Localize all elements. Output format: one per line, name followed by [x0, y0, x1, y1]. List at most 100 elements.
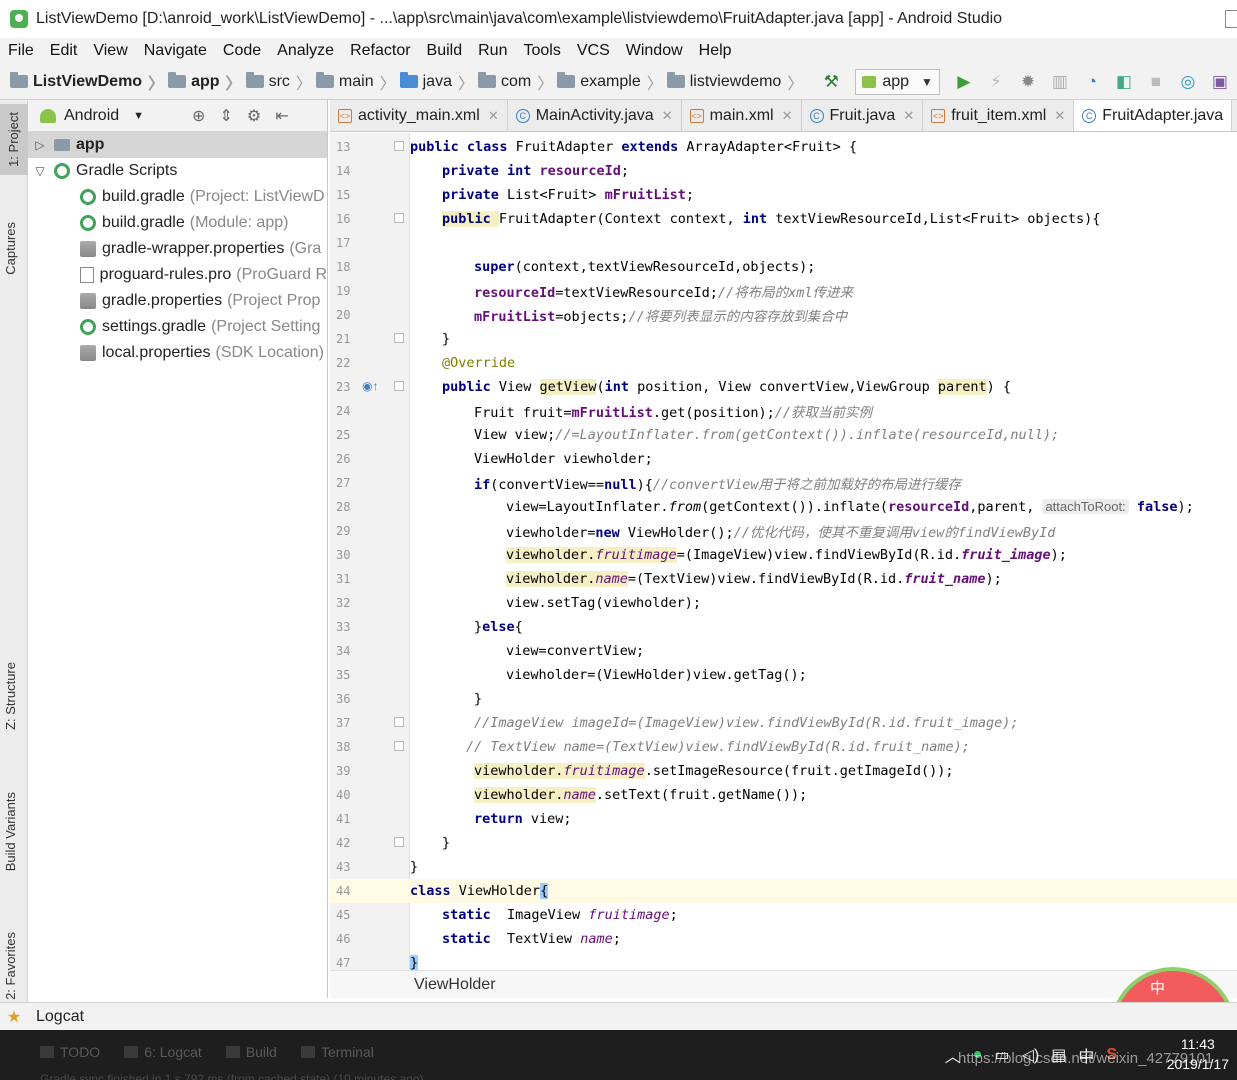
override-marker-icon[interactable]: ◉↑ — [362, 379, 378, 393]
star-icon[interactable]: ★ — [0, 1007, 28, 1027]
code-line[interactable]: 13 public class FruitAdapter extends Arra… — [330, 135, 1237, 159]
crumb-listviewdemo[interactable]: listviewdemo 〉 — [666, 70, 803, 94]
tree-item-gradle-scripts[interactable]: ▽ Gradle Scripts — [28, 158, 327, 184]
tree-item-settings-gradle[interactable]: settings.gradle (Project Setting — [28, 314, 327, 340]
crumb-src[interactable]: src 〉 — [245, 70, 312, 94]
menu-navigate[interactable]: Navigate — [144, 42, 207, 60]
attach-debugger-icon[interactable]: ▥ — [1049, 71, 1071, 93]
window-control[interactable] — [1225, 10, 1237, 28]
code-editor[interactable]: 13 public class FruitAdapter extends Arra… — [330, 133, 1237, 970]
code-line[interactable]: 34 view=convertView; — [330, 639, 1237, 663]
menu-build[interactable]: Build — [427, 42, 463, 60]
close-icon[interactable]: ✕ — [662, 108, 673, 124]
fold-icon[interactable] — [394, 213, 404, 223]
tree-item-build-gradle-project[interactable]: build.gradle (Project: ListViewD — [28, 184, 327, 210]
code-line[interactable]: 20 mFruitList=objects;//将要列表显示的内容存放到集合中 — [330, 303, 1237, 327]
fold-icon[interactable] — [394, 333, 404, 343]
menu-run[interactable]: Run — [478, 42, 507, 60]
crumb-main[interactable]: main 〉 — [315, 70, 396, 94]
run-config-select[interactable]: app ▼ — [855, 68, 940, 95]
gear-icon[interactable]: ⚙ — [247, 106, 261, 126]
code-line[interactable]: 22 @Override — [330, 351, 1237, 375]
crumb-com[interactable]: com 〉 — [477, 70, 553, 94]
menu-vcs[interactable]: VCS — [577, 42, 610, 60]
code-line[interactable]: 37 //ImageView imageId=(ImageView)view.fi… — [330, 711, 1237, 735]
menu-file[interactable]: File — [8, 42, 34, 60]
code-line[interactable]: 39 viewholder.fruitimage.setImageResource… — [330, 759, 1237, 783]
tab-build-variants[interactable]: Build Variants — [3, 792, 18, 871]
collapse-icon[interactable]: ⇕ — [219, 106, 232, 126]
code-line[interactable]: 33}else{ — [330, 615, 1237, 639]
code-line[interactable]: 15 private List<Fruit> mFruitList; — [330, 183, 1237, 207]
code-line[interactable]: 42} — [330, 831, 1237, 855]
menu-tools[interactable]: Tools — [523, 42, 560, 60]
menu-analyze[interactable]: Analyze — [277, 42, 334, 60]
code-line[interactable]: 16 public FruitAdapter(Context context, i… — [330, 207, 1237, 231]
tree-item-gradle-wrapper[interactable]: gradle-wrapper.properties (Gra — [28, 236, 327, 262]
code-line[interactable]: 14 private int resourceId; — [330, 159, 1237, 183]
tree-item-proguard[interactable]: proguard-rules.pro (ProGuard R — [28, 262, 327, 288]
code-line[interactable]: 27 if(convertView==null){//convertView用于将… — [330, 471, 1237, 495]
code-line[interactable]: 46 static TextView name; — [330, 927, 1237, 951]
close-icon[interactable]: ✕ — [1054, 108, 1065, 124]
crumb-app[interactable]: app 〉 — [168, 70, 242, 94]
tab-structure[interactable]: Z: Structure — [3, 662, 18, 730]
fold-icon[interactable] — [394, 381, 404, 391]
tab-project[interactable]: 1: Project — [0, 104, 28, 175]
close-icon[interactable]: ✕ — [488, 108, 499, 124]
profiler-icon[interactable]: ◔ — [1081, 71, 1103, 93]
locate-icon[interactable]: ⊕ — [192, 106, 205, 126]
code-line[interactable]: 35 viewholder=(ViewHolder)view.getTag(); — [330, 663, 1237, 687]
tree-item-app[interactable]: ▷ app — [28, 132, 327, 158]
tree-item-build-gradle-module[interactable]: build.gradle (Module: app) — [28, 210, 327, 236]
tab-todo[interactable]: TODO — [40, 1044, 100, 1060]
crumb-example[interactable]: example 〉 — [557, 70, 663, 94]
close-icon[interactable]: ✕ — [782, 108, 793, 124]
chevron-right-icon[interactable]: ▷ — [32, 138, 48, 152]
hammer-icon[interactable]: ⚒ — [820, 71, 842, 93]
chevron-down-icon[interactable]: ▼ — [133, 110, 144, 122]
sync-icon[interactable]: ◎ — [1177, 71, 1199, 93]
fold-icon[interactable] — [394, 741, 404, 751]
tab-activity-main-xml[interactable]: <> activity_main.xml ✕ — [330, 100, 508, 131]
code-line[interactable]: 47} — [330, 951, 1237, 970]
project-view-selector[interactable]: Android ▼ ⊕ ⇕ ⚙ ⇤ — [28, 100, 327, 132]
code-line[interactable]: 36} — [330, 687, 1237, 711]
tree-item-local-properties[interactable]: local.properties (SDK Location) — [28, 340, 327, 366]
chevron-down-icon[interactable]: ▽ — [32, 164, 48, 178]
tree-item-gradle-properties[interactable]: gradle.properties (Project Prop — [28, 288, 327, 314]
run-icon[interactable]: ▶ — [953, 71, 975, 93]
tab-main-xml[interactable]: <> main.xml ✕ — [682, 100, 802, 131]
code-line[interactable]: 25 View view;//=LayoutInflater.from(getCo… — [330, 423, 1237, 447]
hide-panel-icon[interactable]: ⇤ — [275, 106, 288, 126]
tab-logcat[interactable]: 6: Logcat — [124, 1044, 202, 1060]
code-line[interactable]: 43} — [330, 855, 1237, 879]
code-line[interactable]: 30 viewholder.fruitimage=(ImageView)view.… — [330, 543, 1237, 567]
logcat-label[interactable]: Logcat — [36, 1008, 84, 1026]
code-line[interactable]: 19 resourceId=textViewResourceId;//将布局的xm… — [330, 279, 1237, 303]
menu-refactor[interactable]: Refactor — [350, 42, 410, 60]
fold-icon[interactable] — [394, 837, 404, 847]
tab-terminal[interactable]: Terminal — [300, 1044, 374, 1060]
close-icon[interactable]: ✕ — [903, 108, 914, 124]
apply-code-icon[interactable]: ◧ — [1113, 71, 1135, 93]
tab-fruit-java[interactable]: C Fruit.java ✕ — [802, 100, 924, 131]
tab-build[interactable]: Build — [225, 1044, 277, 1060]
code-line[interactable]: 18 super(context,textViewResourceId,objec… — [330, 255, 1237, 279]
code-line[interactable]: 29 viewholder=new ViewHolder();//优化代码，使其不… — [330, 519, 1237, 543]
menu-help[interactable]: Help — [699, 42, 732, 60]
tab-fruit-item-xml[interactable]: <> fruit_item.xml ✕ — [923, 100, 1075, 131]
menu-edit[interactable]: Edit — [50, 42, 78, 60]
code-line[interactable]: 40 viewholder.name.setText(fruit.getName(… — [330, 783, 1237, 807]
fold-icon[interactable] — [394, 717, 404, 727]
fold-icon[interactable] — [394, 141, 404, 151]
code-line[interactable]: 32 view.setTag(viewholder); — [330, 591, 1237, 615]
code-line[interactable]: 21} — [330, 327, 1237, 351]
debug-icon[interactable]: ✹ — [1017, 71, 1039, 93]
tab-favorites[interactable]: 2: Favorites — [3, 932, 18, 1000]
apply-changes-icon[interactable]: ⚡ — [985, 71, 1007, 93]
code-line[interactable]: 23 ◉↑ public View getView(int position, Vi… — [330, 375, 1237, 399]
code-line[interactable]: 31 viewholder.name=(TextView)view.findVie… — [330, 567, 1237, 591]
crumb-project[interactable]: ListViewDemo 〉 — [10, 70, 164, 94]
code-line[interactable]: 41 return view; — [330, 807, 1237, 831]
